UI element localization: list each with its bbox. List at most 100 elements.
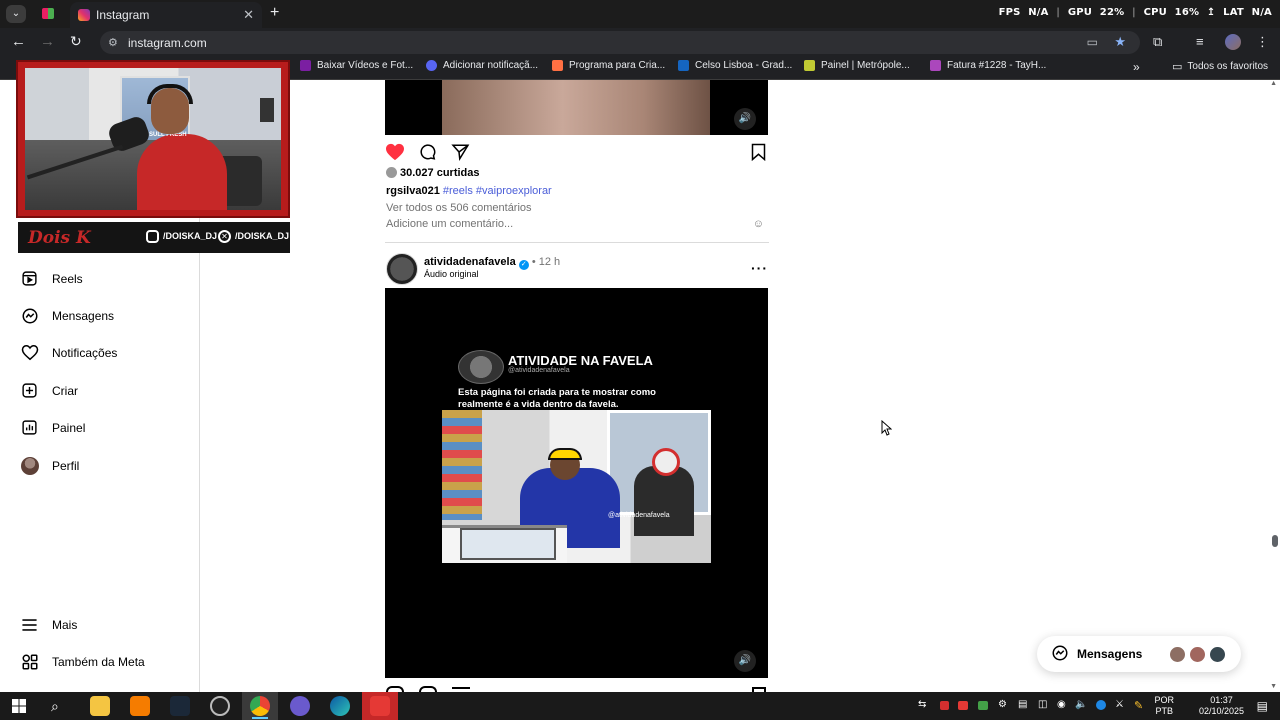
new-tab-button[interactable]: + bbox=[270, 4, 279, 22]
post2-audio-link[interactable]: Áudio original bbox=[424, 269, 479, 279]
like-heart-icon[interactable] bbox=[385, 143, 405, 166]
bookmark-item[interactable]: Baixar Vídeos e Fot... bbox=[300, 60, 413, 71]
site-settings-icon[interactable]: ⚙ bbox=[108, 36, 118, 49]
more-bookmarks-icon[interactable]: » bbox=[1133, 60, 1140, 74]
tray-icon[interactable]: ⚔ bbox=[1115, 699, 1124, 710]
sidebar-item-label: Perfil bbox=[52, 458, 80, 473]
emoji-icon[interactable]: ☺ bbox=[753, 218, 764, 230]
tray-icon[interactable]: ▤ bbox=[1018, 699, 1027, 710]
instagram-icon bbox=[146, 230, 159, 243]
scroll-up-arrow-icon[interactable]: ▲ bbox=[1270, 80, 1277, 87]
cctv-video-frame: @atividadenafavela bbox=[442, 410, 711, 563]
post2-media[interactable]: ATIVIDADE NA FAVELA @atividadenafavela E… bbox=[385, 288, 768, 678]
steam-icon[interactable] bbox=[170, 696, 190, 716]
edge-icon[interactable] bbox=[330, 696, 350, 716]
tray-icon[interactable]: ⚙ bbox=[998, 699, 1007, 710]
reels-icon bbox=[20, 269, 39, 288]
language-code: POR bbox=[1154, 695, 1174, 705]
sidebar-item-label: Criar bbox=[52, 383, 78, 398]
post1-username[interactable]: rgsilva021 bbox=[386, 185, 440, 197]
nvidia-icon[interactable] bbox=[978, 701, 988, 710]
tab-instagram[interactable]: Instagram ✕ bbox=[70, 2, 262, 28]
sidebar-item-label: Painel bbox=[52, 420, 86, 435]
profile-avatar[interactable] bbox=[1225, 34, 1241, 50]
url-text: instagram.com bbox=[128, 35, 207, 50]
windows-start-icon[interactable] bbox=[12, 699, 26, 713]
tray-icon[interactable] bbox=[940, 701, 949, 710]
obs-icon[interactable] bbox=[210, 696, 230, 716]
back-arrow-icon[interactable]: ← bbox=[11, 33, 26, 50]
post1-hashtags[interactable]: #reels #vaiproexplorar bbox=[443, 185, 552, 197]
bookmark-item[interactable]: Adicionar notificaçã... bbox=[426, 60, 538, 71]
overlay-title: ATIVIDADE NA FAVELA bbox=[508, 353, 653, 368]
input-language[interactable]: POR PTB bbox=[1154, 695, 1174, 717]
post1-likes[interactable]: 30.027 curtidas bbox=[386, 167, 480, 179]
extensions-icon[interactable]: ⧉ bbox=[1153, 34, 1162, 50]
sidebar-item-profile[interactable]: Perfil bbox=[20, 456, 79, 475]
sidebar-item-create[interactable]: Criar bbox=[20, 381, 78, 400]
instagram-handle: /DOISKA_DJ bbox=[163, 231, 218, 241]
sidebar-item-label: Mais bbox=[52, 617, 78, 632]
sidebar-item-messages[interactable]: Mensagens bbox=[20, 306, 114, 325]
comment-icon[interactable] bbox=[418, 143, 437, 166]
bookmark-item[interactable]: Painel | Metrópole... bbox=[804, 60, 910, 71]
sidebar-item-more[interactable]: Mais bbox=[20, 615, 77, 634]
save-bookmark-icon[interactable] bbox=[750, 143, 767, 166]
cast-icon[interactable]: ▭ bbox=[1087, 35, 1098, 49]
sidebar-item-dashboard[interactable]: Painel bbox=[20, 418, 85, 437]
notification-center-icon[interactable]: ▤ bbox=[1257, 699, 1268, 713]
forward-arrow-icon[interactable]: → bbox=[40, 33, 55, 50]
audio-toggle-icon[interactable]: 🔊 bbox=[734, 108, 756, 130]
browser-toolbar: ← → ↻ ⚙ instagram.com ▭ ★ ⧉ ≡ ⋮ bbox=[0, 28, 1280, 56]
page-scrollbar[interactable]: ▲ ▼ bbox=[1268, 80, 1280, 692]
tray-icon[interactable] bbox=[958, 701, 968, 710]
post2-username[interactable]: atividadenafavela bbox=[424, 256, 516, 268]
media-controls-icon[interactable]: ≡ bbox=[1196, 34, 1204, 49]
bookmark-item[interactable]: Programa para Cria... bbox=[552, 60, 665, 71]
messages-floating-button[interactable]: Mensagens bbox=[1037, 636, 1241, 672]
sidebar-item-reels[interactable]: Reels bbox=[20, 269, 83, 288]
gpu-value: 22% bbox=[1099, 7, 1125, 18]
tab-title: Instagram bbox=[96, 8, 150, 22]
view-all-comments-link[interactable]: Ver todos os 506 comentários bbox=[386, 202, 532, 214]
network-icon[interactable]: ◫ bbox=[1038, 699, 1047, 710]
add-comment-field[interactable]: Adicione um comentário... ☺ bbox=[386, 218, 768, 230]
more-options-icon[interactable]: ··· bbox=[751, 260, 768, 276]
share-icon[interactable] bbox=[451, 143, 470, 166]
likes-count: 30.027 curtidas bbox=[400, 167, 480, 179]
sidebar-item-notifications[interactable]: Notificações bbox=[20, 343, 117, 362]
close-tab-icon[interactable]: ✕ bbox=[243, 7, 254, 23]
tray-icon[interactable] bbox=[1096, 700, 1106, 710]
tab-search-button[interactable]: ⌄ bbox=[6, 5, 26, 23]
file-explorer-icon[interactable] bbox=[90, 696, 110, 716]
video-watermark: @atividadenafavela bbox=[608, 512, 670, 519]
cpu-value: 16% bbox=[1174, 7, 1200, 18]
search-icon[interactable]: ⌕ bbox=[51, 698, 59, 715]
app-icon[interactable] bbox=[370, 696, 390, 716]
lat-label: LAT bbox=[1223, 7, 1244, 18]
post2-avatar[interactable] bbox=[386, 253, 418, 285]
tray-icon[interactable]: ✎ bbox=[1134, 699, 1143, 712]
post1-media[interactable]: 🔊 bbox=[385, 80, 768, 135]
tab-groups-icon[interactable] bbox=[42, 8, 54, 19]
app-icon[interactable] bbox=[290, 696, 310, 716]
app-icon[interactable] bbox=[130, 696, 150, 716]
sidebar-item-also-from-meta[interactable]: Também da Meta bbox=[20, 652, 145, 671]
bookmark-star-icon[interactable]: ★ bbox=[1114, 34, 1126, 50]
fps-label: FPS bbox=[998, 7, 1021, 18]
tray-icon[interactable]: ⇆ bbox=[918, 699, 926, 710]
menu-kebab-icon[interactable]: ⋮ bbox=[1256, 34, 1269, 50]
chrome-icon[interactable] bbox=[250, 696, 270, 716]
address-bar[interactable]: ⚙ instagram.com ▭ ★ bbox=[100, 31, 1140, 54]
bookmark-item[interactable]: Fatura #1228 - TayH... bbox=[930, 60, 1046, 71]
scrollbar-thumb[interactable] bbox=[1272, 535, 1278, 547]
bookmark-label: Painel | Metrópole... bbox=[821, 60, 910, 71]
steam-tray-icon[interactable]: ◉ bbox=[1057, 699, 1066, 710]
volume-icon[interactable]: 🔈 bbox=[1075, 699, 1087, 710]
bookmark-item[interactable]: Celso Lisboa - Grad... bbox=[678, 60, 792, 71]
reload-icon[interactable]: ↻ bbox=[70, 33, 82, 50]
audio-toggle-icon[interactable]: 🔊 bbox=[734, 650, 756, 672]
all-favorites-folder[interactable]: ▭ Todos os favoritos bbox=[1172, 60, 1268, 73]
system-clock[interactable]: 01:37 02/10/2025 bbox=[1199, 695, 1244, 717]
scroll-down-arrow-icon[interactable]: ▼ bbox=[1270, 683, 1277, 690]
